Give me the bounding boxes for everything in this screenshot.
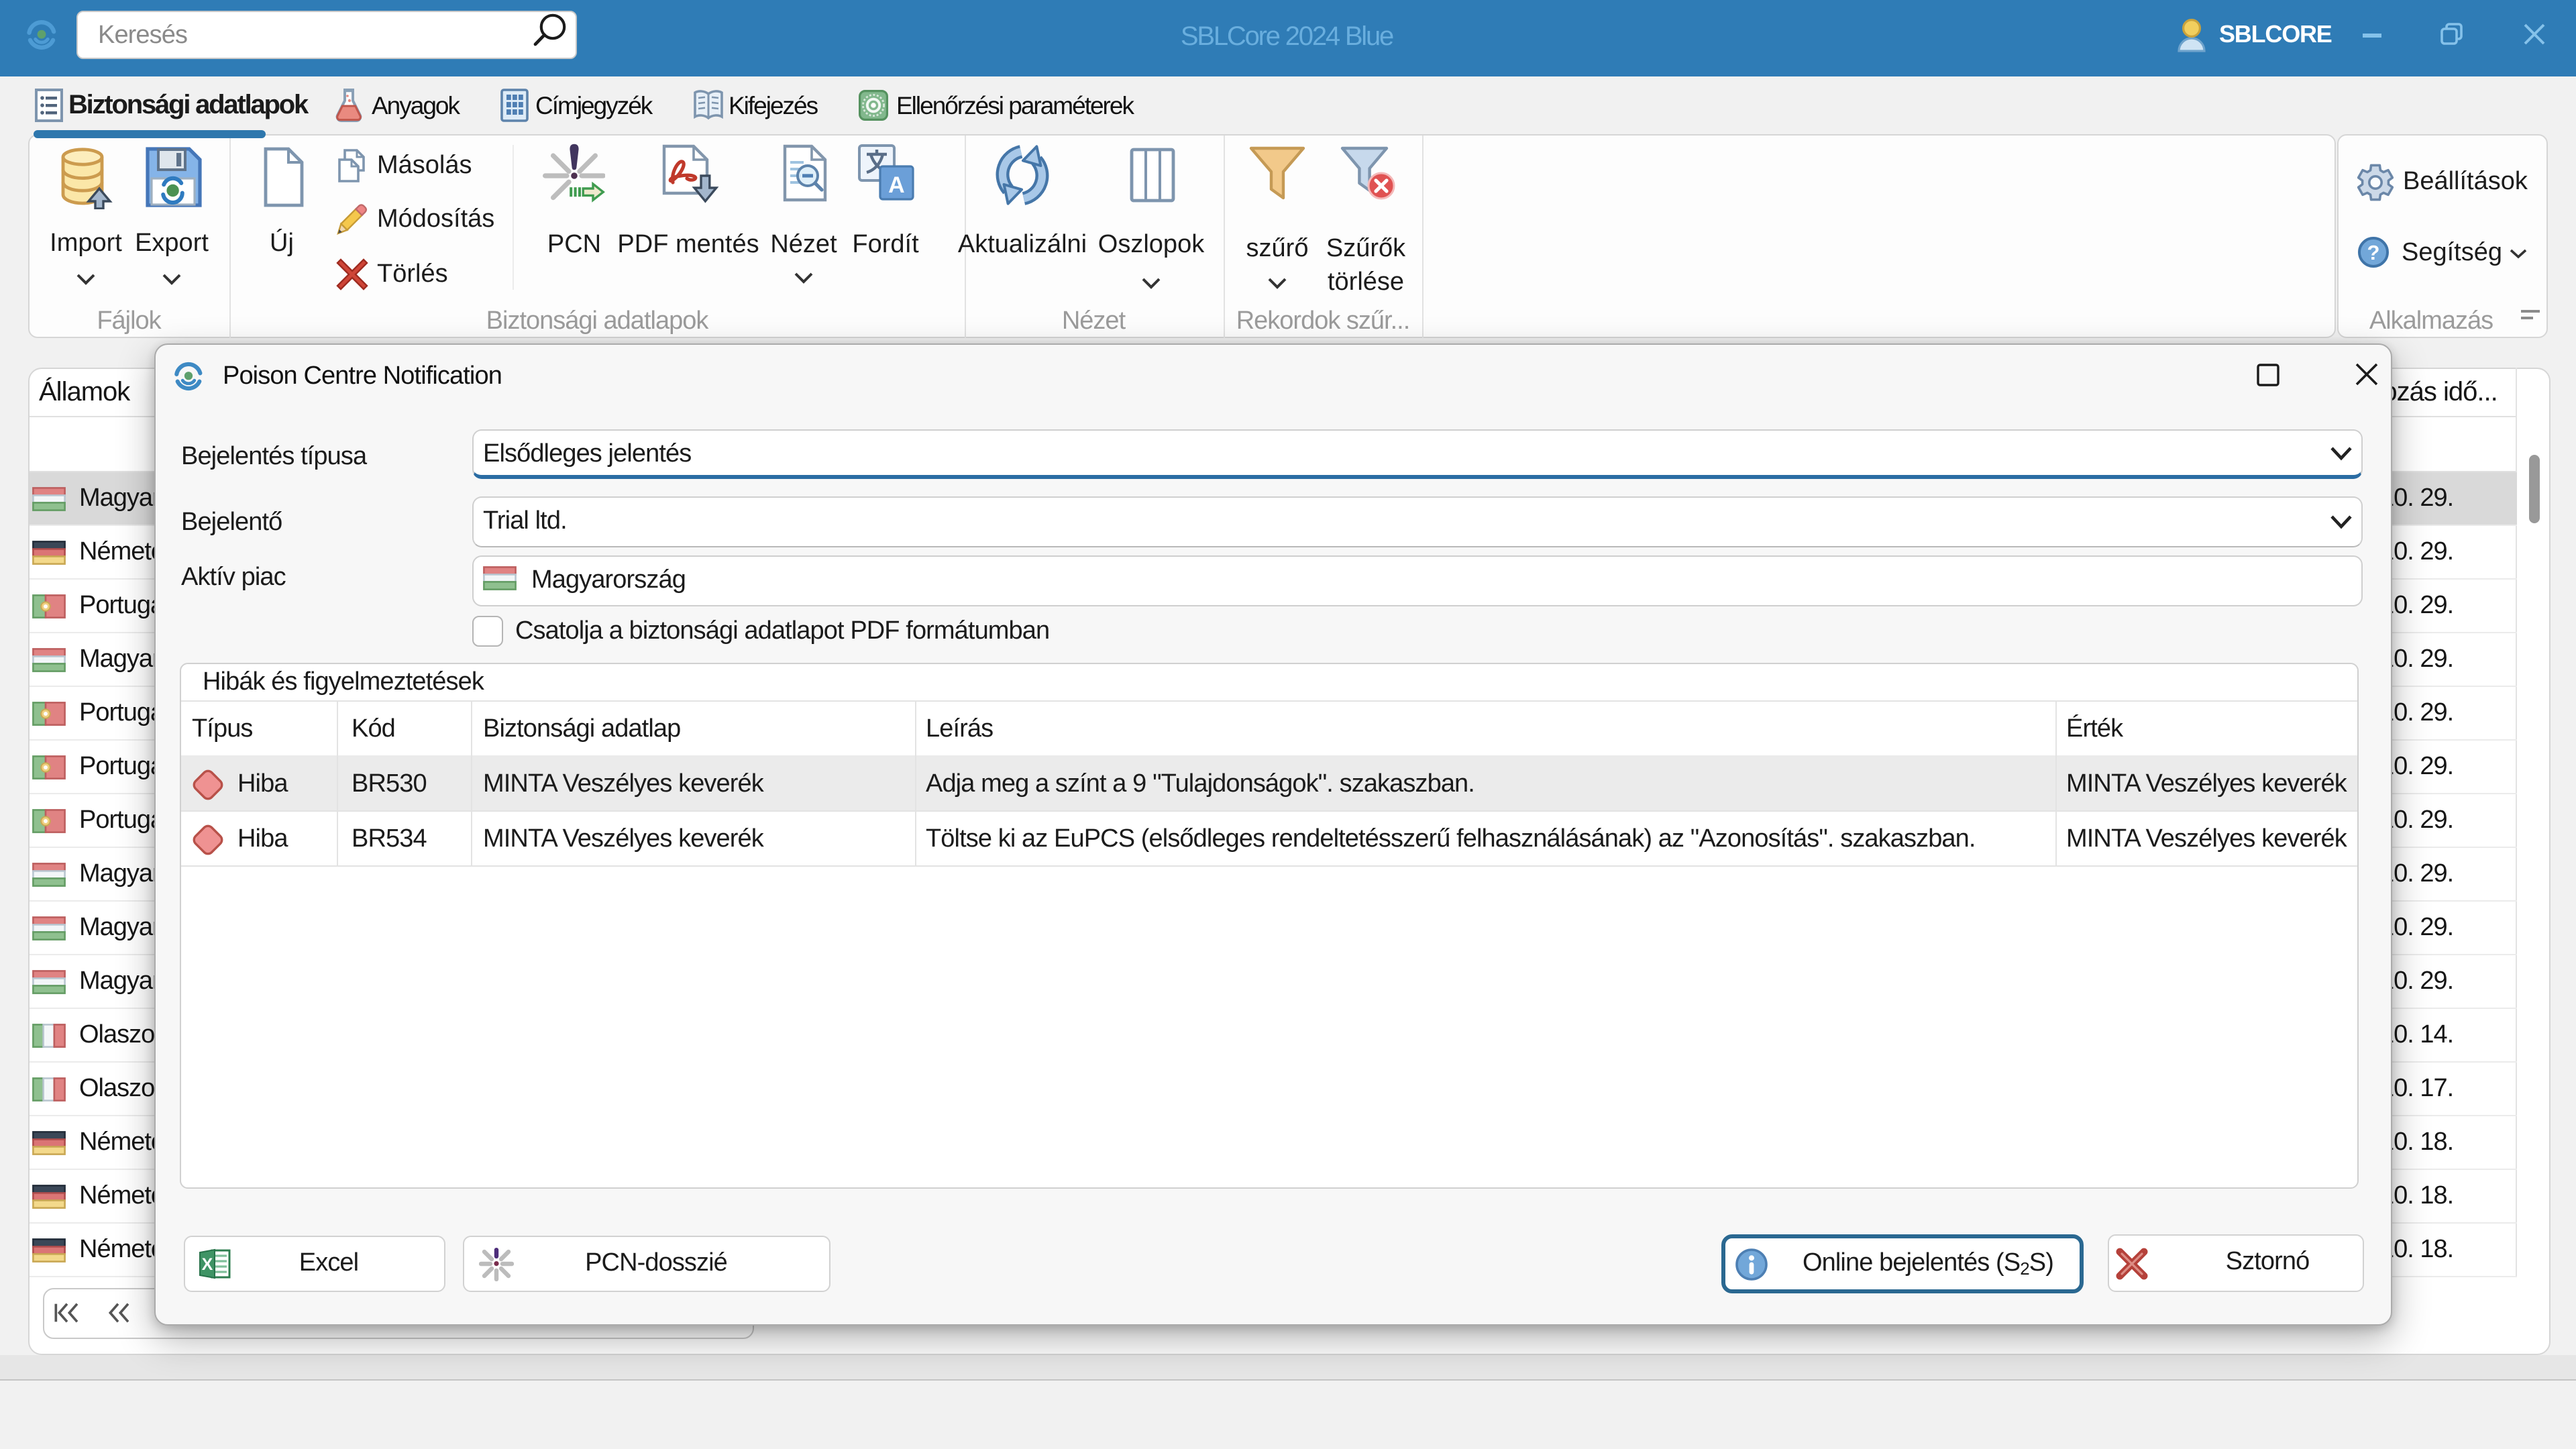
svg-text:X: X — [202, 1255, 213, 1274]
svg-text:A: A — [888, 172, 905, 198]
svg-text:?: ? — [2367, 241, 2380, 264]
